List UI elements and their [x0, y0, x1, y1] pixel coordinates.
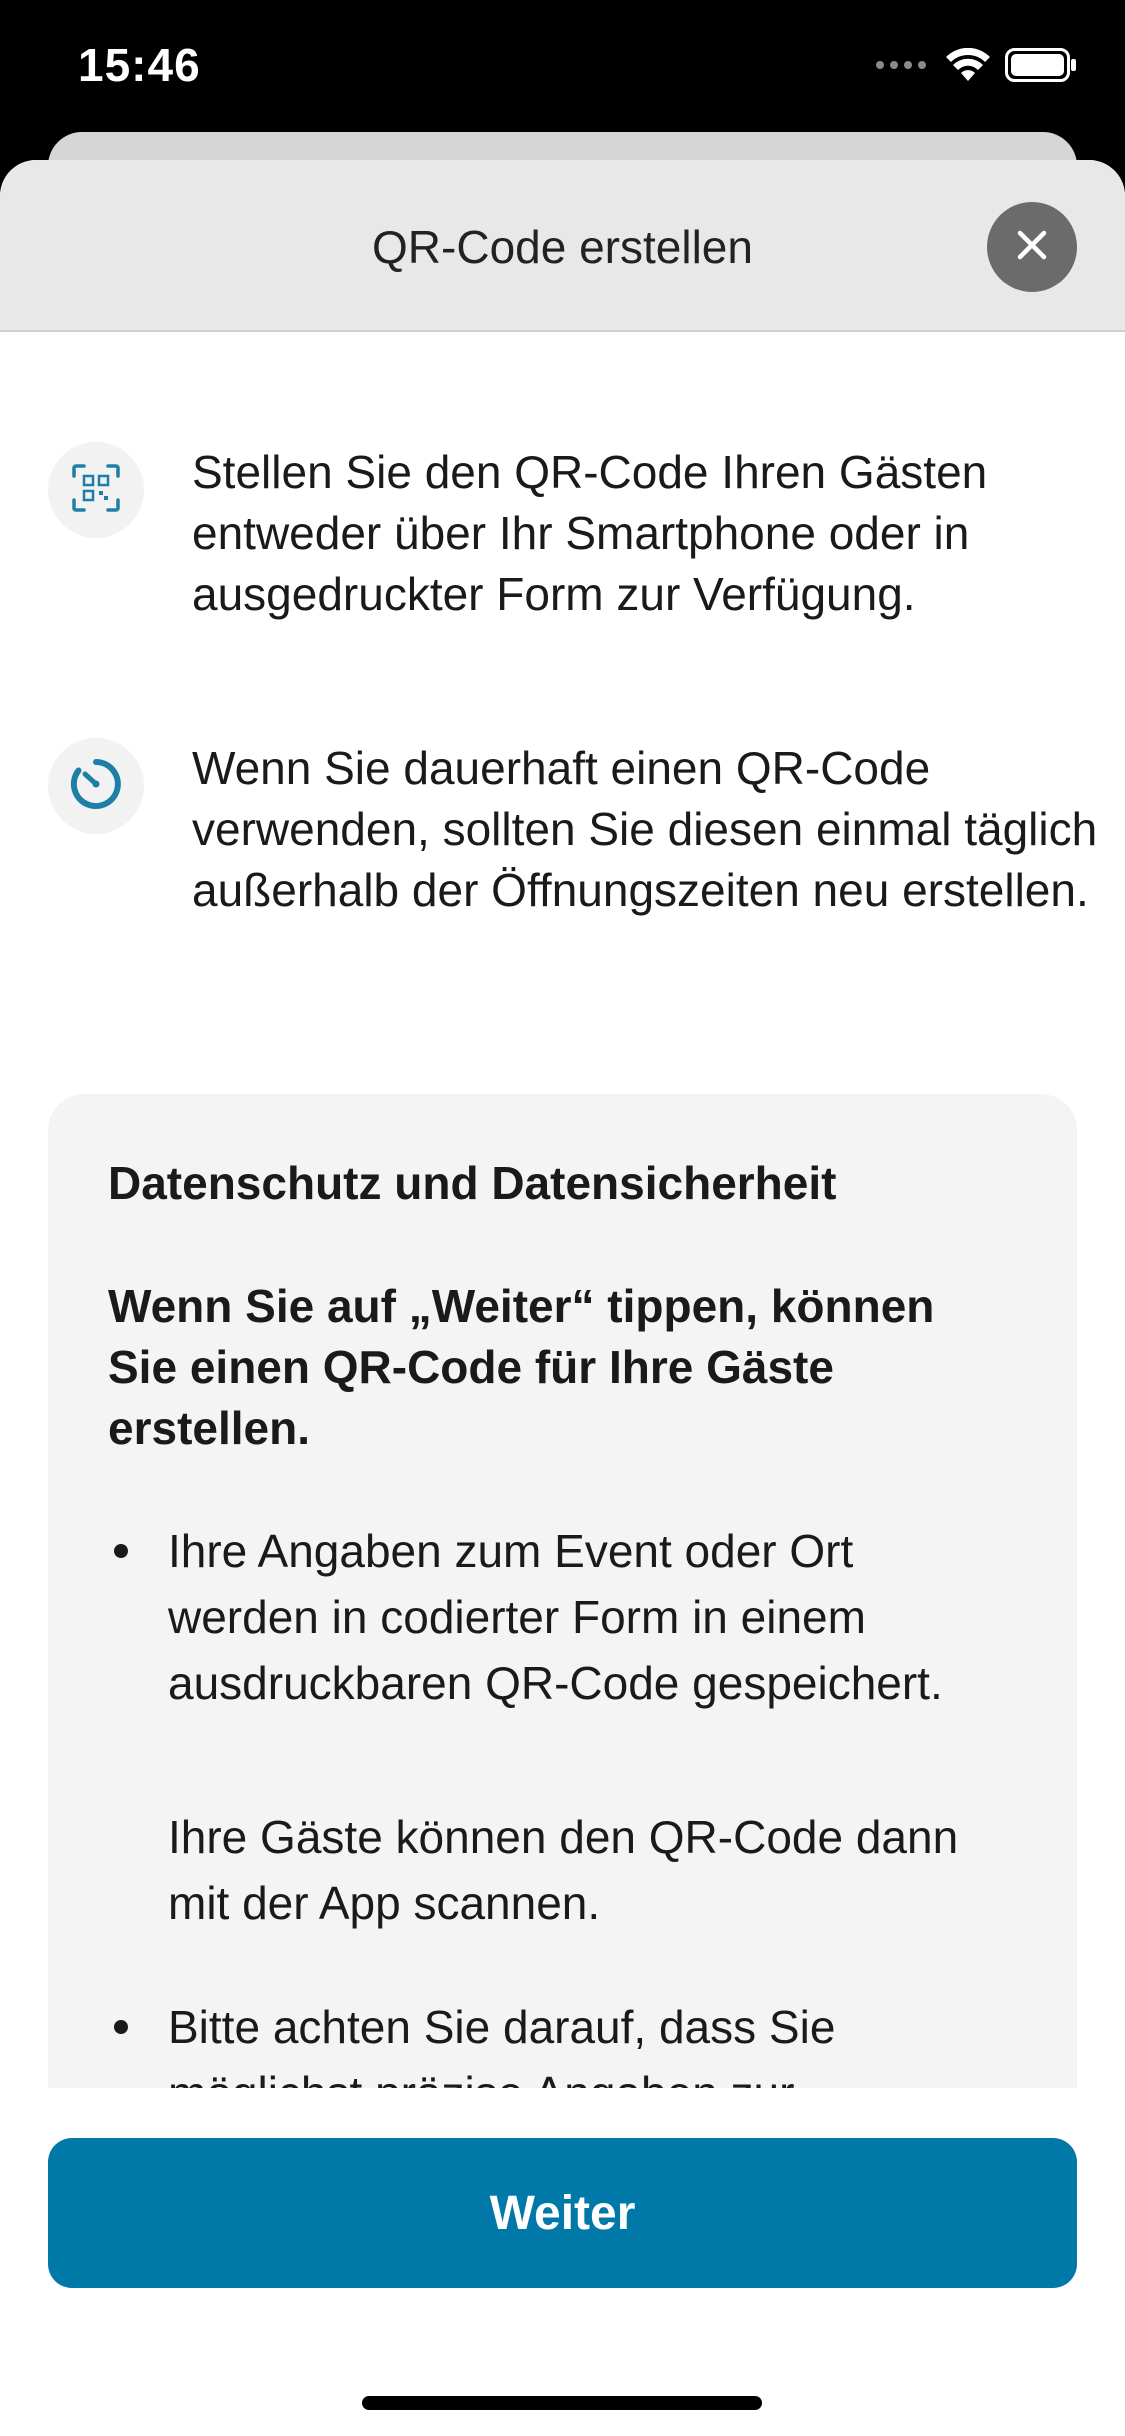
bullet-text: Ihre Angaben zum Event oder Ort werden i…	[168, 1525, 943, 1709]
info-text: Stellen Sie den QR-Code Ihren Gästen ent…	[192, 446, 988, 620]
bullet-dot	[114, 2020, 128, 2034]
timer-icon	[68, 756, 124, 817]
info-icon-circle	[48, 738, 144, 834]
status-bar: 15:46	[0, 0, 1125, 132]
privacy-title: Datenschutz und Datensicherheit	[108, 1157, 837, 1209]
bullet-subtext: Ihre Gäste können den QR-Code dann mit d…	[168, 1811, 959, 1929]
signal-icon	[875, 58, 931, 77]
info-icon-circle	[48, 442, 144, 538]
status-icons	[875, 47, 1077, 87]
info-item-timer: Wenn Sie dauerhaft einen QR-Code verwend…	[48, 738, 1097, 998]
qr-code-icon	[70, 462, 122, 519]
status-time: 15:46	[78, 39, 201, 91]
bottom-action-bar: Weiter	[0, 2088, 1125, 2436]
privacy-intro: Wenn Sie auf „Weiter“ tippen, können Sie…	[108, 1280, 935, 1454]
list-item: Ihre Angaben zum Event oder Ort werden i…	[108, 1518, 1008, 1929]
close-icon	[1015, 228, 1049, 267]
sheet-title: QR-Code erstellen	[372, 221, 753, 273]
screen: 15:46 QR-Code erstellen Stellen Sie den …	[0, 0, 1125, 2436]
home-indicator[interactable]	[362, 2396, 762, 2410]
info-item-qr: Stellen Sie den QR-Code Ihren Gästen ent…	[48, 442, 1078, 642]
info-text: Wenn Sie dauerhaft einen QR-Code verwend…	[192, 742, 1098, 916]
sheet-header: QR-Code erstellen	[0, 160, 1125, 332]
bullet-dot	[114, 1544, 128, 1558]
battery-icon	[1005, 48, 1077, 87]
close-button[interactable]	[987, 202, 1077, 292]
continue-button[interactable]: Weiter	[48, 2138, 1077, 2288]
wifi-icon	[945, 47, 991, 87]
